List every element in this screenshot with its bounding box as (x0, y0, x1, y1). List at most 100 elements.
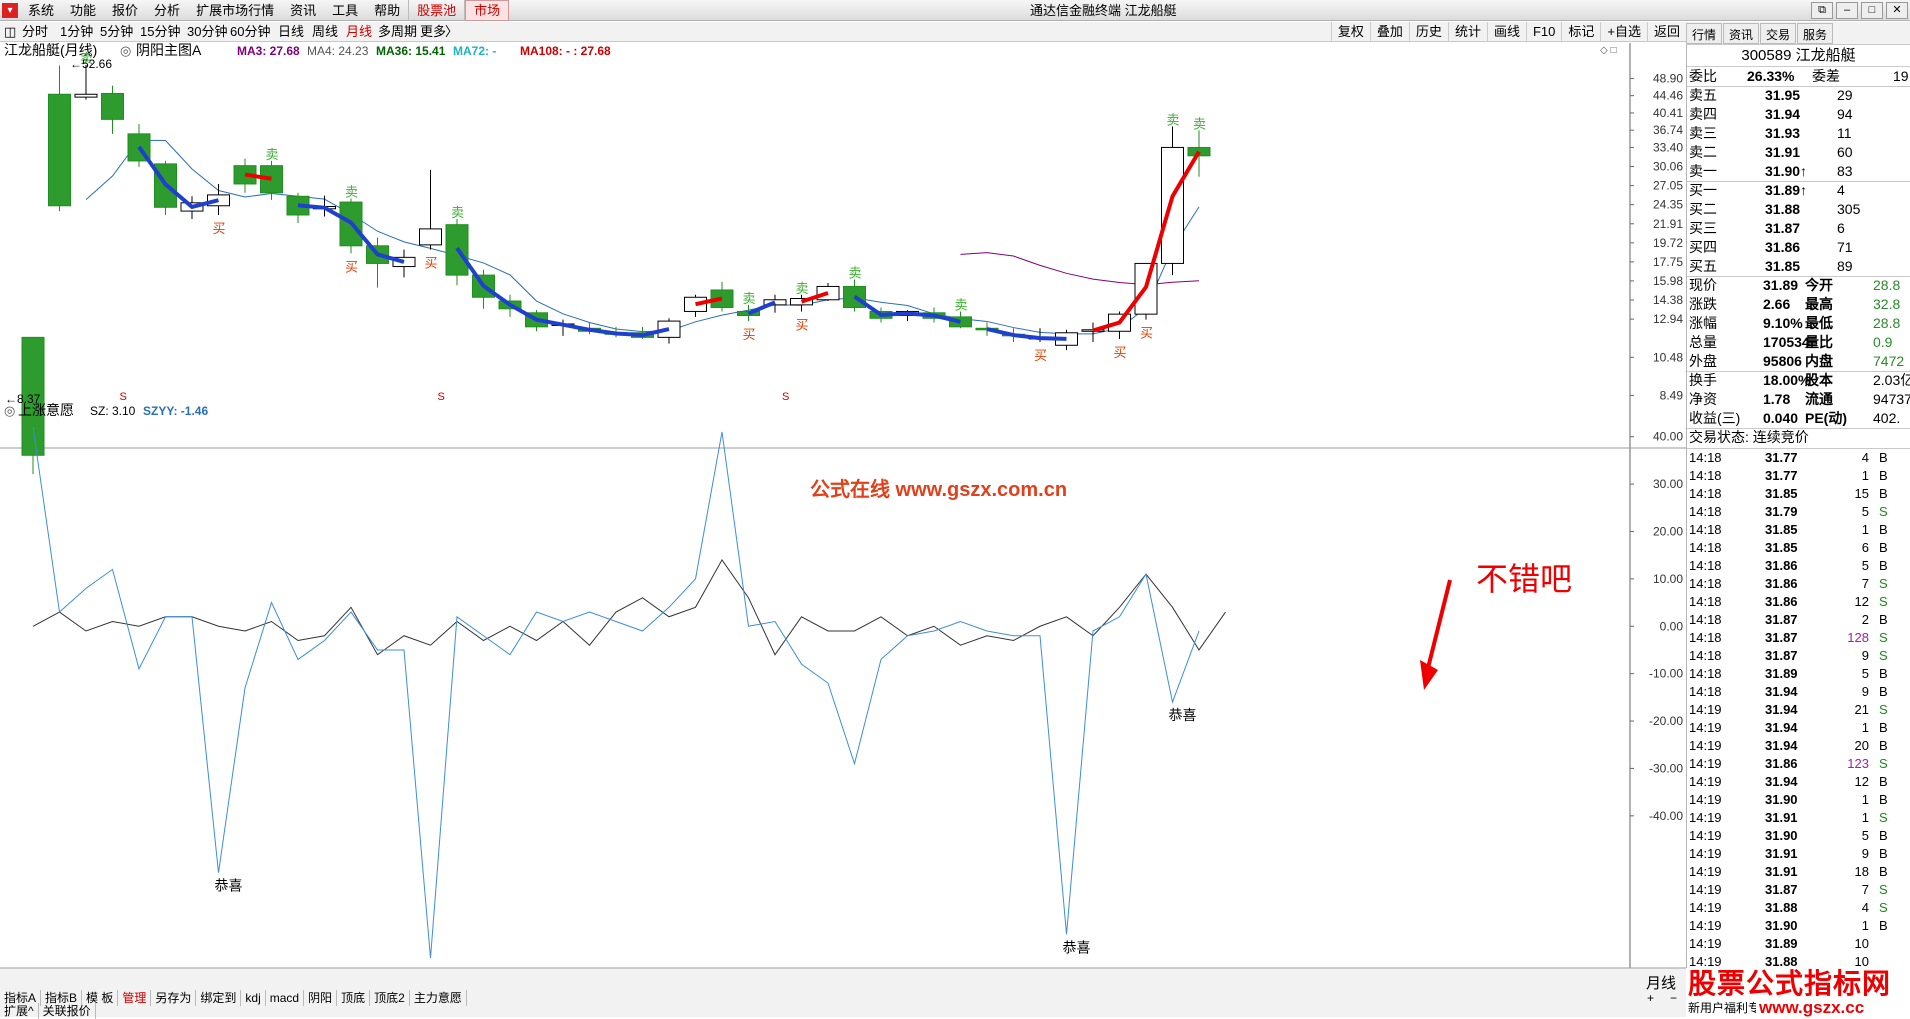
bid-row-cell: 31.88 (1765, 201, 1801, 217)
price-label: 30.06 (1653, 160, 1683, 174)
main-menu: 系统 功能 报价 分析 扩展市场行情 资讯 工具 帮助 股票池 市场 (20, 0, 510, 21)
minimize-icon[interactable]: – (1836, 2, 1858, 19)
menu-item-7[interactable]: 帮助 (366, 0, 408, 21)
indicator-settings-icon[interactable]: ◎ (4, 403, 15, 418)
period-tab-3[interactable]: 15分钟 (140, 22, 180, 42)
toolbar-btn-1[interactable]: 叠加 (1369, 22, 1409, 42)
app-logo-icon[interactable]: ▾ (2, 3, 18, 18)
toolbar-btn-3[interactable]: 统计 (1447, 22, 1487, 42)
layout-icon[interactable]: ◫ (4, 22, 16, 42)
tick-cell: 31.90 (1765, 792, 1798, 807)
toolbar-btn-6[interactable]: 标记 (1561, 22, 1600, 42)
menu-item-8[interactable]: 股票池 (408, 0, 466, 21)
ask-row-cell: 31.95 (1765, 87, 1801, 103)
indicator-tab-6[interactable]: kdj (241, 990, 266, 1006)
bid-row-cell: 305 (1837, 201, 1861, 217)
indicator-tab-7[interactable]: macd (266, 990, 305, 1006)
stat-row-cell: 总量 (1689, 334, 1717, 350)
menu-item-6[interactable]: 工具 (324, 0, 366, 21)
tick-cell: B (1879, 450, 1888, 465)
bid-row: 买二 31.88 305 (1687, 200, 1910, 219)
period-tab-0[interactable]: 分时 (22, 22, 48, 42)
period-tab-5[interactable]: 60分钟 (230, 22, 270, 42)
menu-item-5[interactable]: 资讯 (282, 0, 324, 21)
toolbar-btn-2[interactable]: 历史 (1408, 22, 1448, 42)
ask-row-cell: 83 (1837, 163, 1853, 179)
stat2-row-cell: PE(动) (1805, 410, 1847, 426)
more-chevron-icon[interactable]: 〉 (445, 22, 458, 42)
tick-cell: S (1879, 576, 1888, 591)
tick-row: 14:19 31.91 9 B (1687, 845, 1910, 863)
buy-signal: 买 (796, 317, 809, 332)
ask-row-cell: 卖五 (1689, 87, 1717, 103)
menu-item-2[interactable]: 报价 (104, 0, 146, 21)
tick-cell: 14:18 (1689, 684, 1722, 699)
menu-item-0[interactable]: 系统 (20, 0, 62, 21)
tick-cell: 31.88 (1765, 900, 1798, 915)
menu-item-1[interactable]: 功能 (62, 0, 104, 21)
maximize-icon[interactable]: □ (1861, 2, 1883, 19)
tick-cell: 128 (1847, 630, 1869, 645)
indicator-tab-8[interactable]: 阴阳 (304, 990, 338, 1006)
tick-cell: 5 (1861, 504, 1869, 519)
kline-chart[interactable]: 江龙船艇(月线) ◎ 阴阳主图A MA3: 27.68 MA4: 24.23 MA36: … (0, 43, 1686, 968)
toolbar-btn-4[interactable]: 画线 (1486, 22, 1526, 42)
period-label[interactable]: 月线 (1646, 972, 1676, 993)
indicator-tab-3[interactable]: 管理 (118, 990, 152, 1006)
period-tab-1[interactable]: 1分钟 (60, 22, 93, 42)
trade-status: 交易状态: 连续竞价 (1689, 429, 1809, 445)
tick-cell: B (1879, 684, 1888, 699)
period-tab-6[interactable]: 日线 (278, 22, 304, 42)
price-label: 24.35 (1653, 198, 1683, 212)
tick-cell: 14:19 (1689, 720, 1722, 735)
tick-cell: 21 (1854, 702, 1869, 717)
quote-tab-3[interactable]: 服务 (1797, 23, 1834, 44)
tick-row: 14:18 31.87 128 S (1687, 629, 1910, 647)
gongxi-label-1: 恭喜 (215, 878, 243, 894)
toolbar-btn-8[interactable]: 返回 (1646, 22, 1686, 42)
indicator-tab-9[interactable]: 顶底 (337, 990, 371, 1006)
bid-row-cell: 6 (1837, 220, 1845, 236)
tick-cell: 31.94 (1765, 702, 1798, 717)
bid-row-cell: 买二 (1689, 201, 1717, 217)
period-tab-2[interactable]: 5分钟 (100, 22, 133, 42)
s-marker: S (120, 391, 127, 403)
indicator-tab-4[interactable]: 另存为 (151, 990, 197, 1006)
stat-row-cell: 28.8 (1873, 277, 1901, 293)
period-tab-10[interactable]: 更多 (420, 22, 446, 42)
template-settings-icon[interactable]: ◎ (120, 43, 131, 58)
quote-tab-1[interactable]: 资讯 (1723, 23, 1760, 44)
period-tab-7[interactable]: 周线 (312, 22, 338, 42)
stat-row-cell: 今开 (1805, 277, 1833, 293)
price-label: 27.05 (1653, 179, 1683, 193)
zoom-minus-icon[interactable]: − (1670, 991, 1677, 1005)
indicator-tab-11[interactable]: 主力意愿 (410, 990, 467, 1006)
menu-item-4[interactable]: 扩展市场行情 (188, 0, 282, 21)
restore-icon[interactable]: ⧉ (1811, 2, 1833, 19)
quote-tab-0[interactable]: 行情 (1686, 23, 1723, 44)
period-tab-9[interactable]: 多周期 (378, 22, 417, 42)
close-icon[interactable]: ✕ (1886, 2, 1908, 19)
ask-row: 卖五 31.95 29 (1687, 86, 1910, 105)
tick-cell: 31.90 (1765, 828, 1798, 843)
tick-cell: 31.89 (1765, 666, 1798, 681)
price-label: 12.94 (1653, 312, 1683, 326)
indicator-tab-5[interactable]: 绑定到 (196, 990, 242, 1006)
period-tab-4[interactable]: 30分钟 (187, 22, 227, 42)
zoom-plus-icon[interactable]: + (1647, 991, 1654, 1005)
ask-row-cell: 29 (1837, 87, 1853, 103)
indicator-tab-10[interactable]: 顶底2 (370, 990, 410, 1006)
toolbar-btn-5[interactable]: F10 (1525, 22, 1561, 42)
period-tab-8[interactable]: 月线 (346, 22, 372, 42)
toolbar-btn-0[interactable]: 复权 (1330, 22, 1370, 42)
tick-cell: 14:19 (1689, 882, 1722, 897)
ind-label: -30.00 (1649, 761, 1683, 775)
tick-cell: 31.86 (1765, 756, 1798, 771)
tick-cell: 4 (1861, 450, 1869, 465)
menu-item-3[interactable]: 分析 (146, 0, 188, 21)
tick-cell: S (1879, 630, 1888, 645)
quote-tab-2[interactable]: 交易 (1760, 23, 1797, 44)
toolbar-btn-7[interactable]: +自选 (1600, 22, 1647, 42)
chart-option-icon[interactable]: ◇ □ (1600, 45, 1617, 56)
menu-item-9[interactable]: 市场 (465, 0, 510, 21)
